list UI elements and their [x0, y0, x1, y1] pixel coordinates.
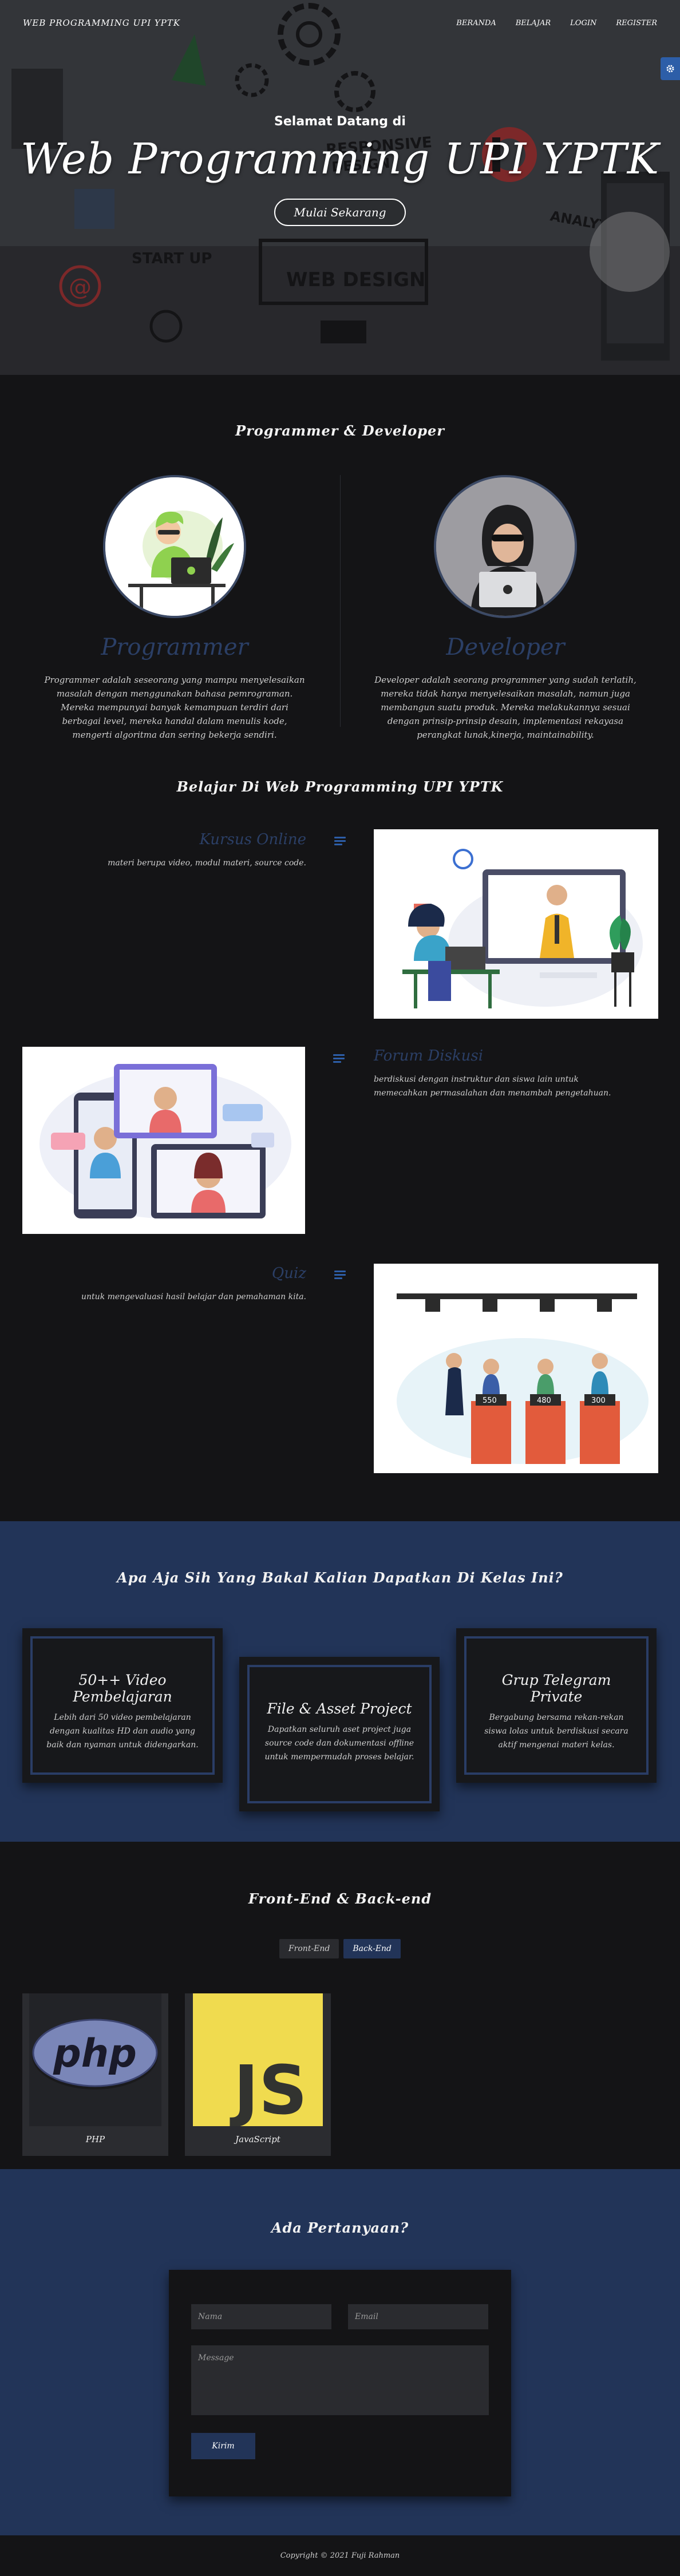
hero-content: Selamat Datang di Web Programming UPI YP…: [0, 114, 680, 226]
developer-avatar: [434, 475, 577, 618]
svg-text:550: 550: [483, 1396, 497, 1405]
benefit-card-inner: Grup Telegram Private Bergabung bersama …: [464, 1636, 649, 1775]
online-course-illustration: [374, 829, 658, 1019]
submit-button[interactable]: Kirim: [191, 2433, 255, 2459]
benefit-title: Grup Telegram Private: [501, 1672, 611, 1705]
start-now-button[interactable]: Mulai Sekarang: [274, 199, 406, 226]
tab-back-end[interactable]: Back-End: [343, 1939, 401, 1958]
nav-link-beranda[interactable]: BERANDA: [456, 19, 496, 27]
hero-banner: RESPONSIVE DESIGN START UP ANALYTICS WEB…: [0, 0, 680, 375]
gear-icon: [666, 65, 674, 73]
feature-online-course: Kursus Online materi berupa video, modul…: [54, 831, 306, 870]
list-icon: [333, 1054, 345, 1063]
benefits-title: Apa Aja Sih Yang Bakal Kalian Dapatkan D…: [117, 1569, 563, 1586]
feature-desc: untuk mengevaluasi hasil belajar dan pem…: [81, 1292, 306, 1301]
svg-text:php: php: [53, 2031, 137, 2076]
tech-card-php[interactable]: php PHP: [22, 1993, 168, 2156]
feature-quiz: Quiz untuk mengevaluasi hasil belajar da…: [54, 1265, 306, 1304]
developer-illustration: [436, 477, 575, 616]
list-icon: [334, 837, 346, 845]
javascript-logo: JS: [193, 1993, 323, 2130]
profile-divider: [340, 475, 341, 727]
hero-title: Web Programming UPI YPTK: [20, 134, 660, 184]
developer-profile: Developer Developer adalah seorang progr…: [357, 475, 654, 742]
nav-link-belajar[interactable]: BELAJAR: [516, 19, 551, 27]
top-navbar: WEB PROGRAMMING UPI YPTK BERANDA BELAJAR…: [0, 0, 680, 46]
benefit-title: 50++ Video Pembelajaran: [73, 1672, 172, 1705]
svg-text:JS: JS: [230, 2051, 307, 2126]
intro-title: Programmer & Developer: [235, 422, 445, 439]
benefit-card-assets: File & Asset Project Dapatkan seluruh as…: [239, 1657, 440, 1811]
email-field[interactable]: [348, 2304, 488, 2329]
nav-link-login[interactable]: LOGIN: [570, 19, 596, 27]
feature-title: Quiz: [271, 1265, 306, 1282]
developer-desc: Developer adalah seorang programmer yang…: [374, 675, 636, 740]
feature-forum: Forum Diskusi berdiskusi dengan instrukt…: [374, 1047, 626, 1100]
benefit-card-inner: File & Asset Project Dapatkan seluruh as…: [247, 1665, 432, 1803]
svg-text:480: 480: [537, 1396, 551, 1405]
stack-title: Front-End & Back-end: [248, 1890, 432, 1907]
hero-welcome: Selamat Datang di: [274, 114, 406, 129]
list-icon: [334, 1271, 346, 1279]
tab-front-end[interactable]: Front-End: [279, 1939, 339, 1958]
tech-card-javascript[interactable]: JS JavaScript: [185, 1993, 331, 2156]
benefit-card-telegram: Grup Telegram Private Bergabung bersama …: [456, 1628, 657, 1783]
svg-text:300: 300: [591, 1396, 606, 1405]
feature-title: Forum Diskusi: [374, 1047, 484, 1065]
name-field[interactable]: [191, 2304, 331, 2329]
feature-desc: materi berupa video, modul materi, sourc…: [108, 858, 306, 868]
feature-desc: berdiskusi dengan instruktur dan siswa l…: [374, 1075, 611, 1098]
programmer-desc: Programmer adalah seseorang yang mampu m…: [44, 675, 305, 740]
benefit-card-inner: 50++ Video Pembelajaran Lebih dari 50 vi…: [30, 1636, 215, 1775]
benefit-desc: Lebih dari 50 video pembelajaran dengan …: [46, 1713, 199, 1750]
footer-copyright: Copyright © 2021 Fuji Rahman: [280, 2551, 400, 2560]
learn-title: Belajar Di Web Programming UPI YPTK: [176, 778, 504, 795]
php-logo: php: [29, 1993, 161, 2126]
settings-toggle[interactable]: [661, 57, 680, 80]
quiz-illustration: 550 480 300: [374, 1264, 658, 1473]
nav-link-register[interactable]: REGISTER: [616, 19, 657, 27]
message-field[interactable]: [191, 2345, 489, 2415]
benefit-desc: Bergabung bersama rekan-rekan siswa lola…: [484, 1713, 628, 1750]
programmer-title: Programmer: [101, 634, 248, 660]
feature-title: Kursus Online: [199, 831, 306, 848]
programmer-avatar: [103, 475, 246, 618]
stack-tabs: Front-End Back-End: [0, 1939, 680, 1958]
forum-illustration: [22, 1047, 305, 1234]
benefit-desc: Dapatkan seluruh aset project juga sourc…: [264, 1725, 414, 1762]
benefit-card-video: 50++ Video Pembelajaran Lebih dari 50 vi…: [22, 1628, 223, 1783]
nav-menu: BERANDA BELAJAR LOGIN REGISTER: [456, 19, 657, 27]
contact-title: Ada Pertanyaan?: [271, 2219, 409, 2236]
programmer-illustration: [105, 477, 244, 616]
benefit-title: File & Asset Project: [267, 1700, 412, 1717]
tech-name: JavaScript: [235, 2134, 280, 2144]
developer-title: Developer: [446, 634, 565, 660]
brand-logo[interactable]: WEB PROGRAMMING UPI YPTK: [23, 18, 180, 28]
programmer-profile: Programmer Programmer adalah seseorang y…: [26, 475, 323, 742]
tech-name: PHP: [85, 2134, 105, 2144]
